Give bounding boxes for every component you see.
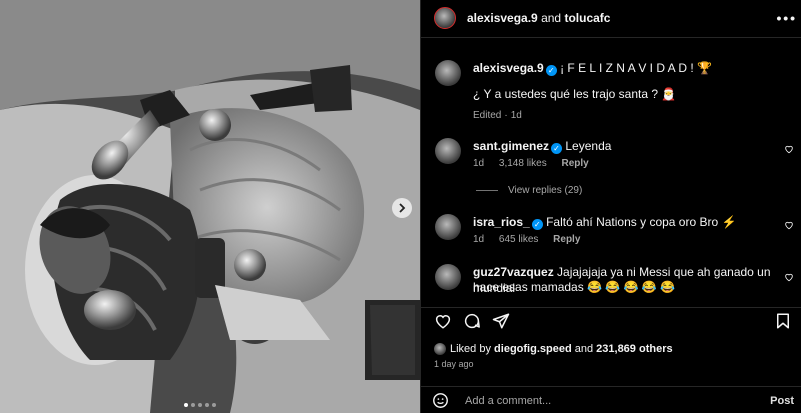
caption-line1: alexisvega.9 ✓ ¡ F E L I Z N A V I D A D … (473, 60, 712, 76)
comment-body: isra_rios_ ✓ Faltó ahí Nations y copa oro… (473, 214, 736, 230)
verified-badge-icon: ✓ (531, 219, 543, 230)
bookmark-save-icon[interactable] (774, 312, 792, 330)
comment-emoji: 😂 😂 😂 😂 😂 (587, 280, 676, 294)
post-viewer: alexisvega.9 and tolucafc • • • alexisve… (0, 0, 801, 413)
verified-badge-icon: ✓ (551, 143, 563, 154)
caption-text: ¡ F E L I Z N A V I D A D ! (560, 61, 694, 75)
add-comment-bar: Add a comment... Post (421, 386, 801, 413)
authors-and: and (541, 11, 562, 25)
caption-meta: Edited · 1d (473, 110, 534, 121)
santa-emoji: 🎅 (661, 87, 677, 101)
comment-text-2: hace esas mamadas (473, 280, 584, 294)
carousel-dot (184, 403, 188, 407)
replies-line (476, 190, 498, 191)
comment-meta: 1d 3,148 likes Reply (473, 158, 589, 169)
comment-meta: 1d 645 likes Reply (473, 234, 580, 245)
next-photo-button[interactable] (392, 198, 412, 218)
liked-by-prefix: Liked by (450, 343, 491, 355)
trophy-emoji: 🏆 (697, 61, 712, 75)
more-options-icon[interactable]: • • • (777, 10, 796, 26)
emoji-picker-icon[interactable] (432, 392, 449, 409)
edited-label: Edited (473, 110, 502, 121)
coauthor-username[interactable]: tolucafc (564, 11, 610, 25)
post-comment-button[interactable]: Post (770, 395, 794, 407)
liked-by-user[interactable]: diegofig.speed (494, 343, 572, 355)
post-photo[interactable] (0, 0, 420, 413)
like-comment-heart-icon[interactable] (784, 220, 794, 230)
view-replies-button[interactable]: View replies (29) (476, 185, 582, 196)
comment-time: 1d (473, 234, 485, 245)
meta-separator: · (504, 110, 508, 121)
caption-question: ¿ Y a ustedes qué les trajo santa ? (473, 87, 659, 101)
post-header: alexisvega.9 and tolucafc • • • (421, 0, 801, 38)
comment-avatar[interactable] (435, 138, 461, 164)
author-username[interactable]: alexisvega.9 (467, 11, 538, 25)
comment-input[interactable]: Add a comment... (465, 395, 551, 407)
comment-bubble-icon[interactable] (463, 312, 481, 330)
author-avatar[interactable] (434, 7, 456, 29)
carousel-dot (212, 403, 216, 407)
carousel-dot (205, 403, 209, 407)
verified-badge-icon: ✓ (545, 65, 557, 76)
comment-body-line2: hace esas mamadas 😂 😂 😂 😂 😂 (473, 279, 675, 295)
likes-count[interactable]: 231,869 others (596, 343, 672, 355)
post-side-panel: alexisvega.9 and tolucafc • • • alexisve… (420, 0, 801, 413)
reply-button[interactable]: Reply (553, 234, 580, 245)
comment-time: 1d (473, 158, 485, 169)
carousel-dot (191, 403, 195, 407)
comment-body: sant.gimenez ✓ Leyenda (473, 138, 611, 154)
post-actions (421, 307, 801, 335)
liker-avatar (434, 343, 446, 355)
photo-scene (0, 0, 420, 413)
reply-button[interactable]: Reply (562, 158, 589, 169)
view-replies-label: View replies (29) (508, 185, 583, 196)
liked-by: Liked by diegofig.speed and 231,869 othe… (434, 343, 673, 355)
share-send-icon[interactable] (492, 312, 510, 330)
caption-username[interactable]: alexisvega.9 (473, 61, 544, 75)
comment-username[interactable]: sant.gimenez (473, 139, 549, 153)
comment-likes[interactable]: 645 likes (499, 234, 538, 245)
like-heart-icon[interactable] (434, 312, 452, 330)
like-comment-heart-icon[interactable] (784, 272, 794, 282)
caption-time: 1d (510, 110, 522, 121)
post-authors: alexisvega.9 and tolucafc (467, 11, 610, 25)
comment-text: Faltó ahí Nations y copa oro Bro (546, 215, 719, 229)
caption-avatar[interactable] (435, 60, 461, 86)
chevron-right-icon (399, 203, 406, 213)
carousel-dot (198, 403, 202, 407)
caption-line2: ¿ Y a ustedes qué les trajo santa ? 🎅 (473, 86, 676, 102)
like-comment-heart-icon[interactable] (784, 144, 794, 154)
comment-text: Leyenda (565, 139, 612, 153)
posted-time: 1 day ago (434, 359, 474, 369)
comment-likes[interactable]: 3,148 likes (499, 158, 547, 169)
comment-username[interactable]: isra_rios_ (473, 215, 530, 229)
liked-by-and: and (574, 343, 594, 355)
comment-username[interactable]: guz27vazquez (473, 265, 554, 279)
comment-emoji: ⚡ (721, 215, 737, 229)
comment-avatar[interactable] (435, 214, 461, 240)
comment-avatar[interactable] (435, 264, 461, 290)
carousel-dots (184, 403, 216, 407)
